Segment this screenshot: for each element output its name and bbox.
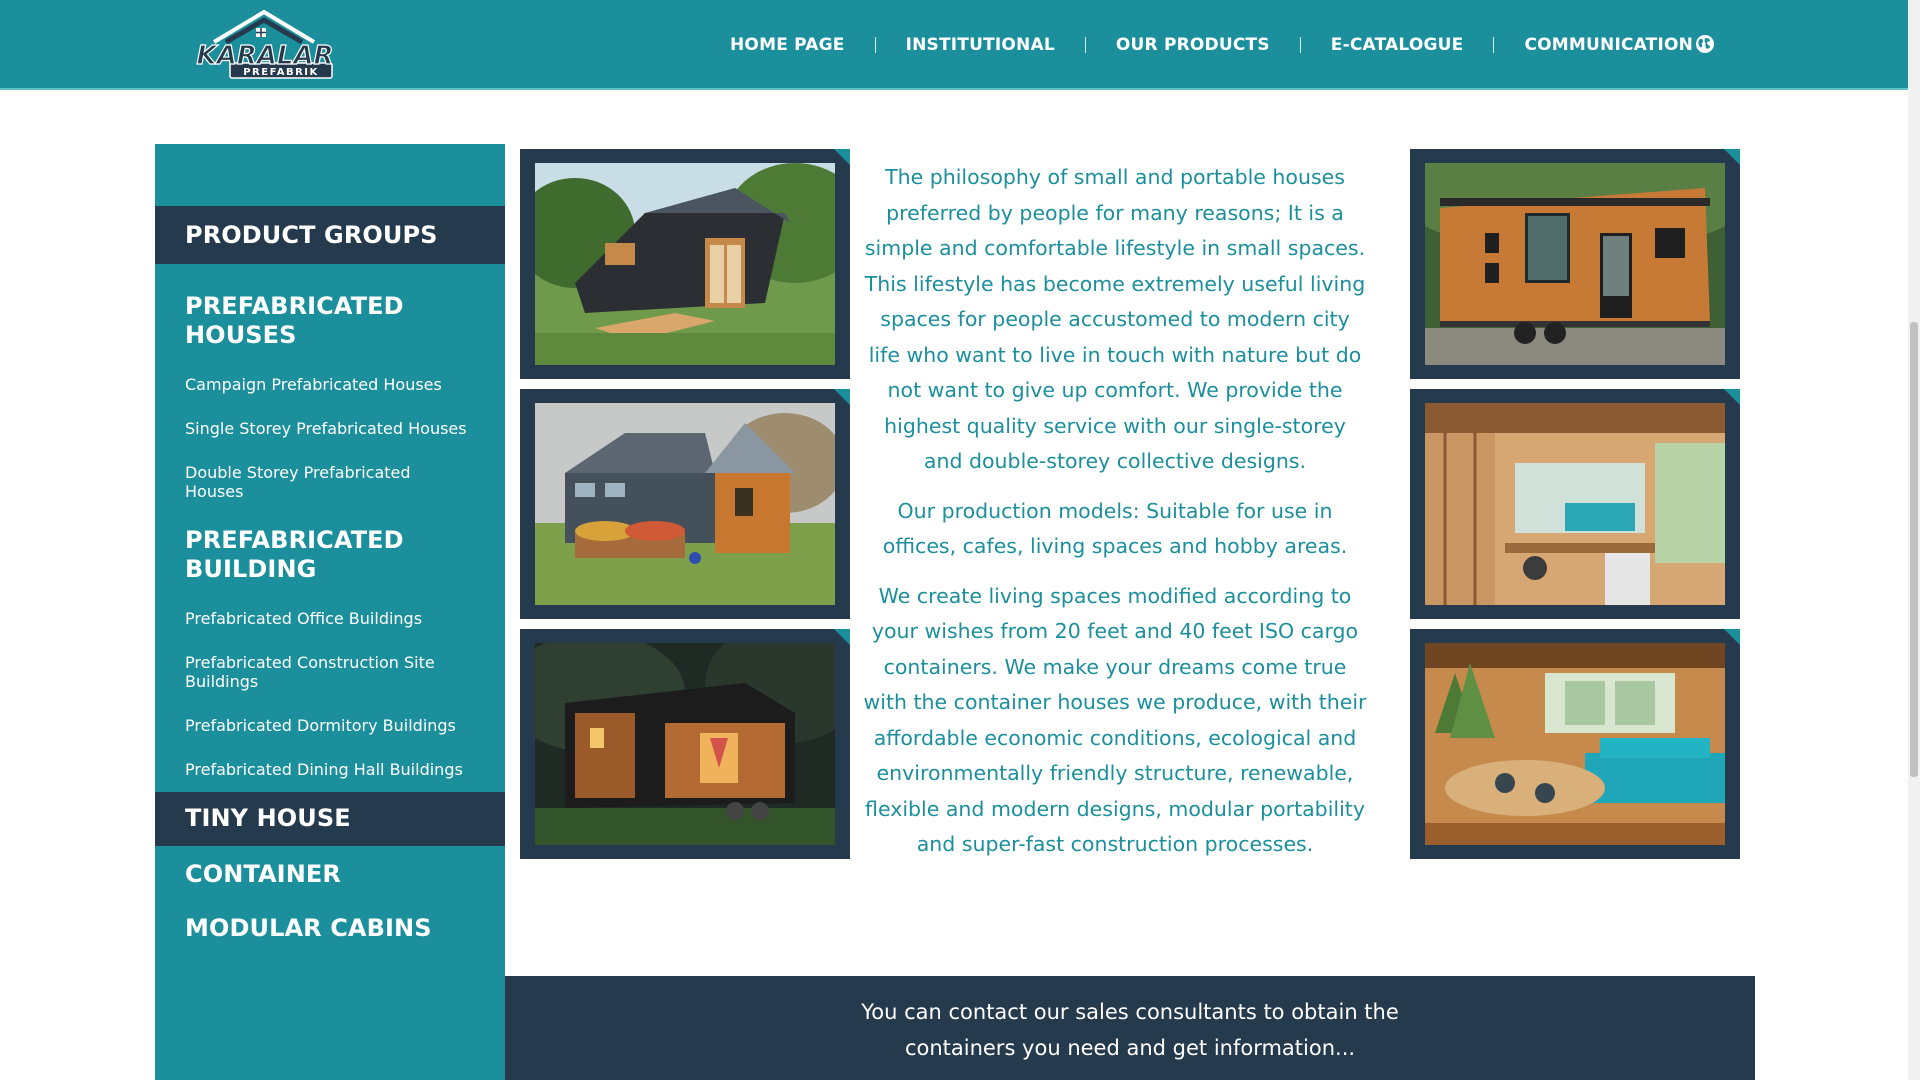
gallery-image-tile[interactable] (520, 149, 850, 379)
sidebar-link-office-buildings[interactable]: Prefabricated Office Buildings (185, 609, 485, 628)
gallery-image-tile[interactable] (1410, 149, 1740, 379)
tiny-house-exterior-image (535, 163, 835, 365)
main-nav: HOME PAGE INSTITUTIONAL OUR PRODUCTS E-C… (700, 0, 1723, 90)
gallery-image-tile[interactable] (1410, 629, 1740, 859)
sidebar-link-dining-hall[interactable]: Prefabricated Dining Hall Buildings (185, 760, 485, 779)
gallery-image-tile[interactable] (520, 389, 850, 619)
nav-institutional[interactable]: INSTITUTIONAL (876, 35, 1085, 55)
tiny-house-interior-living-image (1425, 643, 1725, 845)
description-paragraph: We create living spaces modified accordi… (863, 583, 1367, 857)
sidebar-link-construction-site[interactable]: Prefabricated Construction Site Building… (185, 653, 455, 691)
sidebar-link-double-storey[interactable]: Double Storey Prefabricated Houses (185, 463, 435, 501)
tiny-house-interior-kitchen-image (1425, 403, 1725, 605)
nav-communication[interactable]: COMMUNICATION (1494, 35, 1723, 55)
globe-icon[interactable] (1694, 33, 1716, 55)
tiny-house-trailer-image (1425, 163, 1725, 365)
tiny-house-night-image (535, 643, 835, 845)
nav-e-catalogue[interactable]: E-CATALOGUE (1301, 35, 1494, 55)
scrollbar-thumb[interactable] (1910, 322, 1918, 777)
sidebar-group-modular-cabins[interactable]: MODULAR CABINS (185, 914, 432, 943)
description-paragraph: Our production models: Suitable for use … (882, 498, 1348, 559)
product-sidebar: PRODUCT GROUPS PREFABRICATED HOUSES Camp… (155, 144, 505, 1080)
description-paragraph: The philosophy of small and portable hou… (864, 165, 1366, 473)
sidebar-group-container[interactable]: CONTAINER (185, 860, 341, 889)
contact-banner: You can contact our sales consultants to… (505, 976, 1755, 1080)
site-header: PREFABRIK KARALAR HOME PAGE INSTITUTIONA… (0, 0, 1908, 90)
nav-our-products[interactable]: OUR PRODUCTS (1086, 35, 1300, 55)
sidebar-link-campaign-houses[interactable]: Campaign Prefabricated Houses (185, 375, 485, 394)
sidebar-title: PRODUCT GROUPS (185, 221, 438, 249)
company-logo[interactable]: PREFABRIK KARALAR (192, 8, 338, 82)
sidebar-link-single-storey[interactable]: Single Storey Prefabricated Houses (185, 419, 485, 438)
sidebar-group-tiny-house[interactable]: TINY HOUSE (185, 804, 351, 833)
gallery-image-tile[interactable] (520, 629, 850, 859)
contact-banner-text: You can contact our sales consultants to… (861, 1000, 1399, 1060)
nav-home-page[interactable]: HOME PAGE (700, 35, 875, 55)
tiny-house-greenhouse-image (535, 403, 835, 605)
logo-text: KARALAR (196, 41, 333, 71)
tiny-house-active-row[interactable]: TINY HOUSE (155, 792, 505, 846)
sidebar-group-prefabricated-houses[interactable]: PREFABRICATED HOUSES (185, 292, 445, 350)
sidebar-link-dormitory[interactable]: Prefabricated Dormitory Buildings (185, 716, 485, 735)
tiny-house-description: The philosophy of small and portable hou… (862, 160, 1368, 877)
gallery-image-tile[interactable] (1410, 389, 1740, 619)
sidebar-group-prefabricated-building[interactable]: PREFABRICATED BUILDING (185, 526, 445, 584)
product-groups-header: PRODUCT GROUPS (155, 206, 505, 264)
